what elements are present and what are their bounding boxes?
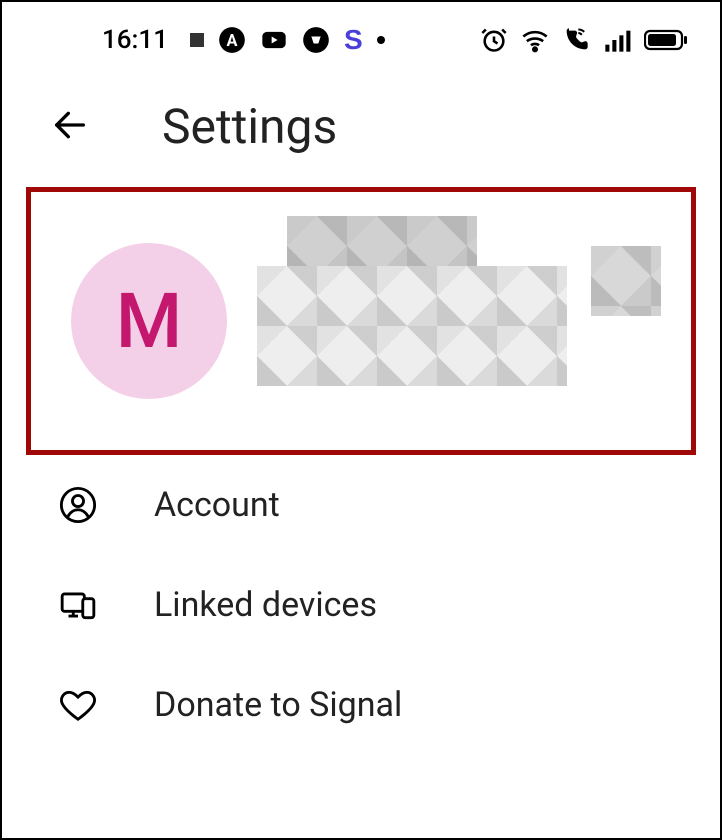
profile-row[interactable]: M — [26, 187, 696, 455]
avatar: M — [71, 243, 227, 399]
s-app-icon: S — [344, 24, 363, 56]
alarm-icon — [480, 26, 508, 54]
wifi-calling-icon — [562, 26, 590, 54]
a-circle-icon: A — [218, 26, 246, 54]
menu-item-linked-devices[interactable]: Linked devices — [2, 555, 720, 655]
avatar-letter: M — [116, 276, 182, 366]
status-bar: 16:11 A S — [2, 2, 720, 74]
settings-header: Settings — [2, 74, 720, 187]
status-right — [480, 26, 688, 54]
app-indicator-icon — [190, 33, 204, 47]
redacted-details — [257, 266, 567, 386]
menu-label-donate: Donate to Signal — [154, 685, 402, 725]
menu-item-donate[interactable]: Donate to Signal — [2, 655, 720, 755]
circle-icon — [302, 26, 330, 54]
account-icon — [58, 485, 98, 525]
menu-label-account: Account — [154, 485, 280, 525]
menu-label-linked-devices: Linked devices — [154, 585, 377, 625]
dot-icon — [377, 36, 385, 44]
svg-text:A: A — [226, 31, 237, 50]
heart-icon — [58, 685, 98, 725]
youtube-icon — [260, 26, 288, 54]
status-left: 16:11 A S — [102, 24, 385, 56]
signal-bars-icon — [602, 26, 632, 54]
redacted-badge — [591, 246, 661, 316]
back-button[interactable] — [50, 105, 90, 149]
profile-info — [257, 236, 651, 406]
page-title: Settings — [162, 98, 337, 155]
menu-item-account[interactable]: Account — [2, 455, 720, 555]
wifi-icon — [520, 26, 550, 54]
linked-devices-icon — [58, 585, 98, 625]
redacted-name — [287, 216, 477, 266]
status-time: 16:11 — [102, 25, 168, 55]
battery-icon — [644, 28, 688, 52]
